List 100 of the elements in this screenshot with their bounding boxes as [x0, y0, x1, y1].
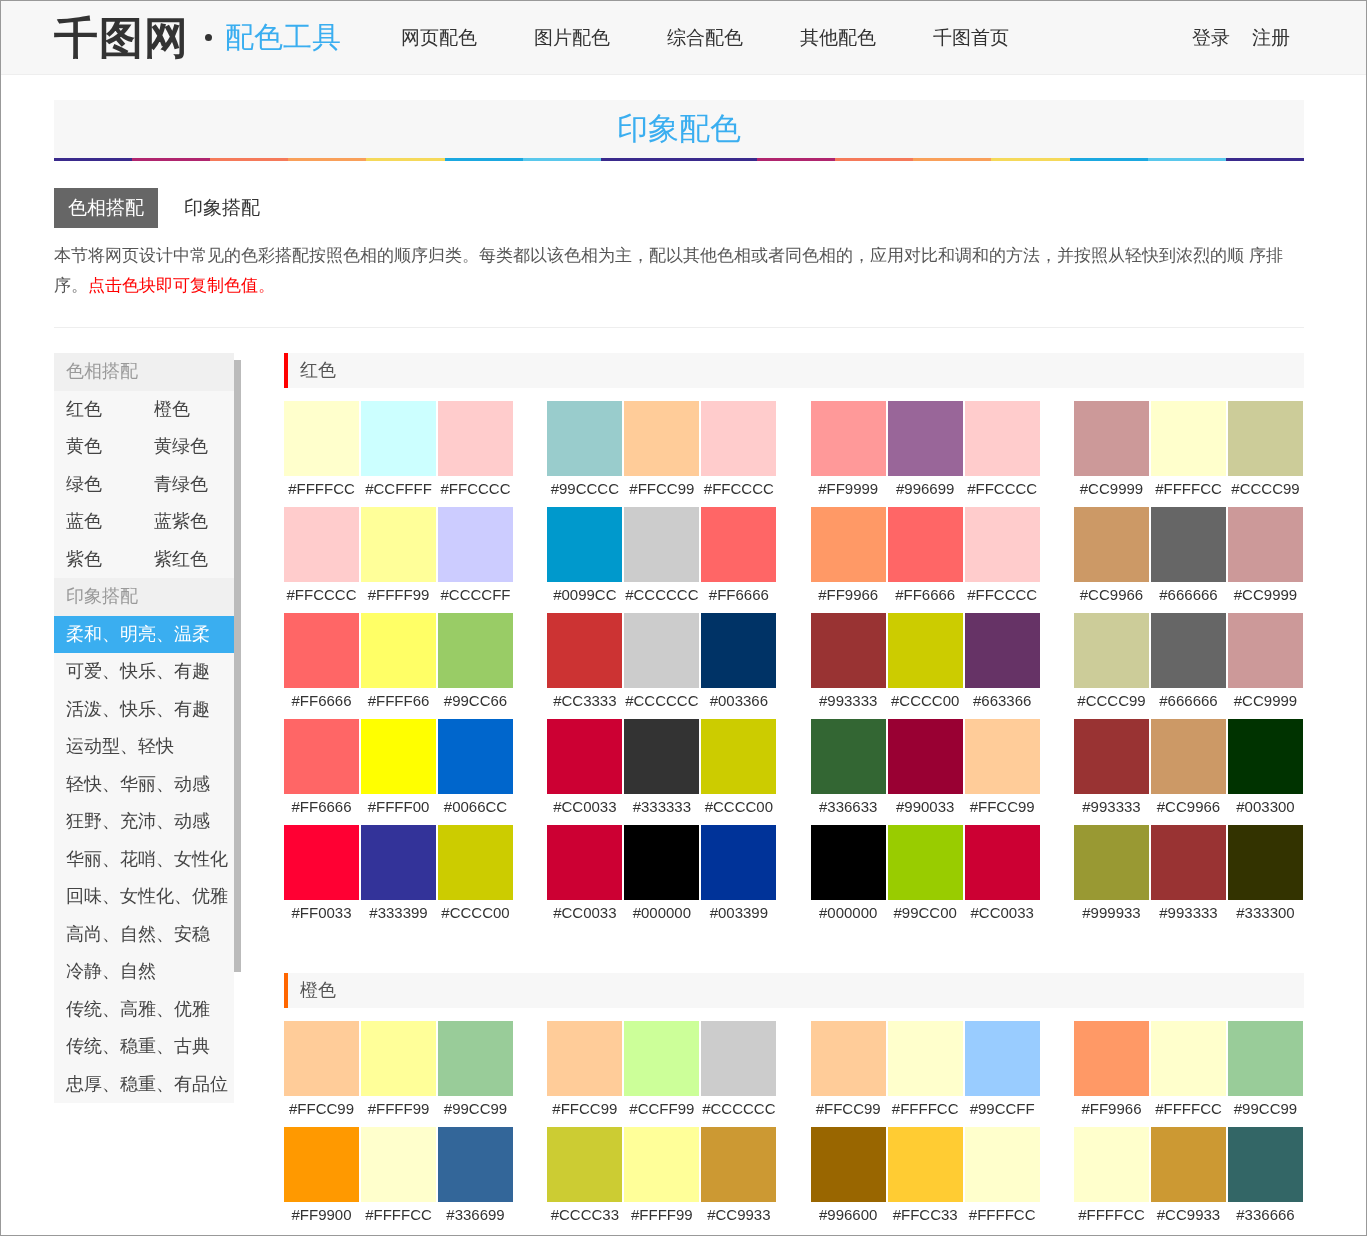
menu-item[interactable]: 可爱、快乐、有趣	[54, 653, 234, 691]
color-swatch[interactable]	[547, 1127, 623, 1202]
color-swatch[interactable]	[887, 613, 963, 688]
color-swatch[interactable]	[1151, 613, 1226, 688]
color-swatch[interactable]	[810, 507, 886, 582]
color-swatch[interactable]	[547, 401, 623, 476]
menu-item[interactable]: 绿色	[54, 465, 142, 503]
menu-item[interactable]: 红色	[54, 390, 142, 428]
color-swatch[interactable]	[810, 719, 886, 794]
color-swatch[interactable]	[701, 1021, 777, 1096]
menu-item[interactable]: 传统、高雅、优雅	[54, 990, 234, 1028]
site-logo[interactable]: 千图网	[54, 15, 189, 60]
color-swatch[interactable]	[361, 401, 436, 476]
color-swatch[interactable]	[438, 507, 513, 582]
color-swatch[interactable]	[1074, 507, 1149, 582]
color-swatch[interactable]	[624, 1021, 700, 1096]
menu-item[interactable]: 青绿色	[142, 465, 234, 503]
color-swatch[interactable]	[701, 507, 777, 582]
color-swatch[interactable]	[284, 825, 359, 900]
menu-item[interactable]: 轻快、华丽、动感	[54, 765, 234, 803]
color-swatch[interactable]	[1074, 825, 1149, 900]
color-swatch[interactable]	[361, 507, 436, 582]
color-swatch[interactable]	[964, 1127, 1040, 1202]
color-swatch[interactable]	[438, 401, 513, 476]
color-swatch[interactable]	[964, 507, 1040, 582]
color-swatch[interactable]	[438, 1127, 513, 1202]
color-swatch[interactable]	[1074, 1021, 1149, 1096]
color-swatch[interactable]	[701, 719, 777, 794]
color-swatch[interactable]	[361, 719, 436, 794]
menu-item[interactable]: 紫色	[54, 540, 142, 578]
color-swatch[interactable]	[547, 825, 623, 900]
color-swatch[interactable]	[1074, 1127, 1149, 1202]
menu-item[interactable]: 华丽、花哨、女性化	[54, 840, 234, 878]
menu-item[interactable]: 橙色	[142, 390, 234, 428]
color-swatch[interactable]	[438, 613, 513, 688]
color-swatch[interactable]	[887, 507, 963, 582]
color-swatch[interactable]	[810, 401, 886, 476]
color-swatch[interactable]	[624, 507, 700, 582]
color-swatch[interactable]	[438, 1021, 513, 1096]
menu-item[interactable]: 忠厚、稳重、有品位	[54, 1065, 234, 1103]
color-swatch[interactable]	[438, 825, 513, 900]
menu-item[interactable]: 运动型、轻快	[54, 728, 234, 766]
nav-link[interactable]: 网页配色	[401, 24, 477, 51]
color-swatch[interactable]	[624, 613, 700, 688]
color-swatch[interactable]	[887, 1021, 963, 1096]
color-swatch[interactable]	[1151, 401, 1226, 476]
menu-item[interactable]: 传统、稳重、古典	[54, 1028, 234, 1066]
color-swatch[interactable]	[1228, 825, 1303, 900]
color-swatch[interactable]	[284, 613, 359, 688]
color-swatch[interactable]	[1228, 401, 1303, 476]
color-swatch[interactable]	[284, 401, 359, 476]
color-swatch[interactable]	[964, 613, 1040, 688]
color-swatch[interactable]	[887, 825, 963, 900]
color-swatch[interactable]	[284, 1127, 359, 1202]
color-swatch[interactable]	[547, 1021, 623, 1096]
menu-item[interactable]: 回味、女性化、优雅	[54, 878, 234, 916]
tab[interactable]: 色相搭配	[54, 188, 158, 228]
color-swatch[interactable]	[284, 719, 359, 794]
menu-item[interactable]: 活泼、快乐、有趣	[54, 690, 234, 728]
account-link[interactable]: 注册	[1252, 24, 1290, 51]
account-link[interactable]: 登录	[1192, 24, 1230, 51]
color-swatch[interactable]	[547, 719, 623, 794]
tab[interactable]: 印象搭配	[170, 188, 274, 228]
color-swatch[interactable]	[701, 401, 777, 476]
menu-item[interactable]: 冷静、自然	[54, 953, 234, 991]
color-swatch[interactable]	[964, 825, 1040, 900]
color-swatch[interactable]	[361, 613, 436, 688]
color-swatch[interactable]	[887, 401, 963, 476]
color-swatch[interactable]	[547, 613, 623, 688]
color-swatch[interactable]	[810, 1021, 886, 1096]
color-swatch[interactable]	[701, 613, 777, 688]
color-swatch[interactable]	[438, 719, 513, 794]
color-swatch[interactable]	[624, 401, 700, 476]
color-swatch[interactable]	[624, 825, 700, 900]
nav-link[interactable]: 千图首页	[933, 24, 1009, 51]
scrollbar[interactable]	[234, 360, 241, 972]
color-swatch[interactable]	[1228, 507, 1303, 582]
color-swatch[interactable]	[1151, 1127, 1226, 1202]
menu-item[interactable]: 黄色	[54, 428, 142, 466]
nav-link[interactable]: 综合配色	[667, 24, 743, 51]
color-swatch[interactable]	[361, 825, 436, 900]
menu-item[interactable]: 紫红色	[142, 540, 234, 578]
nav-link[interactable]: 图片配色	[534, 24, 610, 51]
color-swatch[interactable]	[284, 507, 359, 582]
menu-item[interactable]: 蓝紫色	[142, 503, 234, 541]
color-swatch[interactable]	[1074, 613, 1149, 688]
color-swatch[interactable]	[887, 1127, 963, 1202]
menu-item[interactable]: 黄绿色	[142, 428, 234, 466]
color-swatch[interactable]	[701, 1127, 777, 1202]
color-swatch[interactable]	[1228, 613, 1303, 688]
color-swatch[interactable]	[964, 719, 1040, 794]
menu-item[interactable]: 高尚、自然、安稳	[54, 915, 234, 953]
color-swatch[interactable]	[1151, 1021, 1226, 1096]
color-swatch[interactable]	[361, 1127, 436, 1202]
color-swatch[interactable]	[964, 1021, 1040, 1096]
color-swatch[interactable]	[1151, 507, 1226, 582]
color-swatch[interactable]	[547, 507, 623, 582]
color-swatch[interactable]	[624, 1127, 700, 1202]
color-swatch[interactable]	[1151, 719, 1226, 794]
color-swatch[interactable]	[701, 825, 777, 900]
